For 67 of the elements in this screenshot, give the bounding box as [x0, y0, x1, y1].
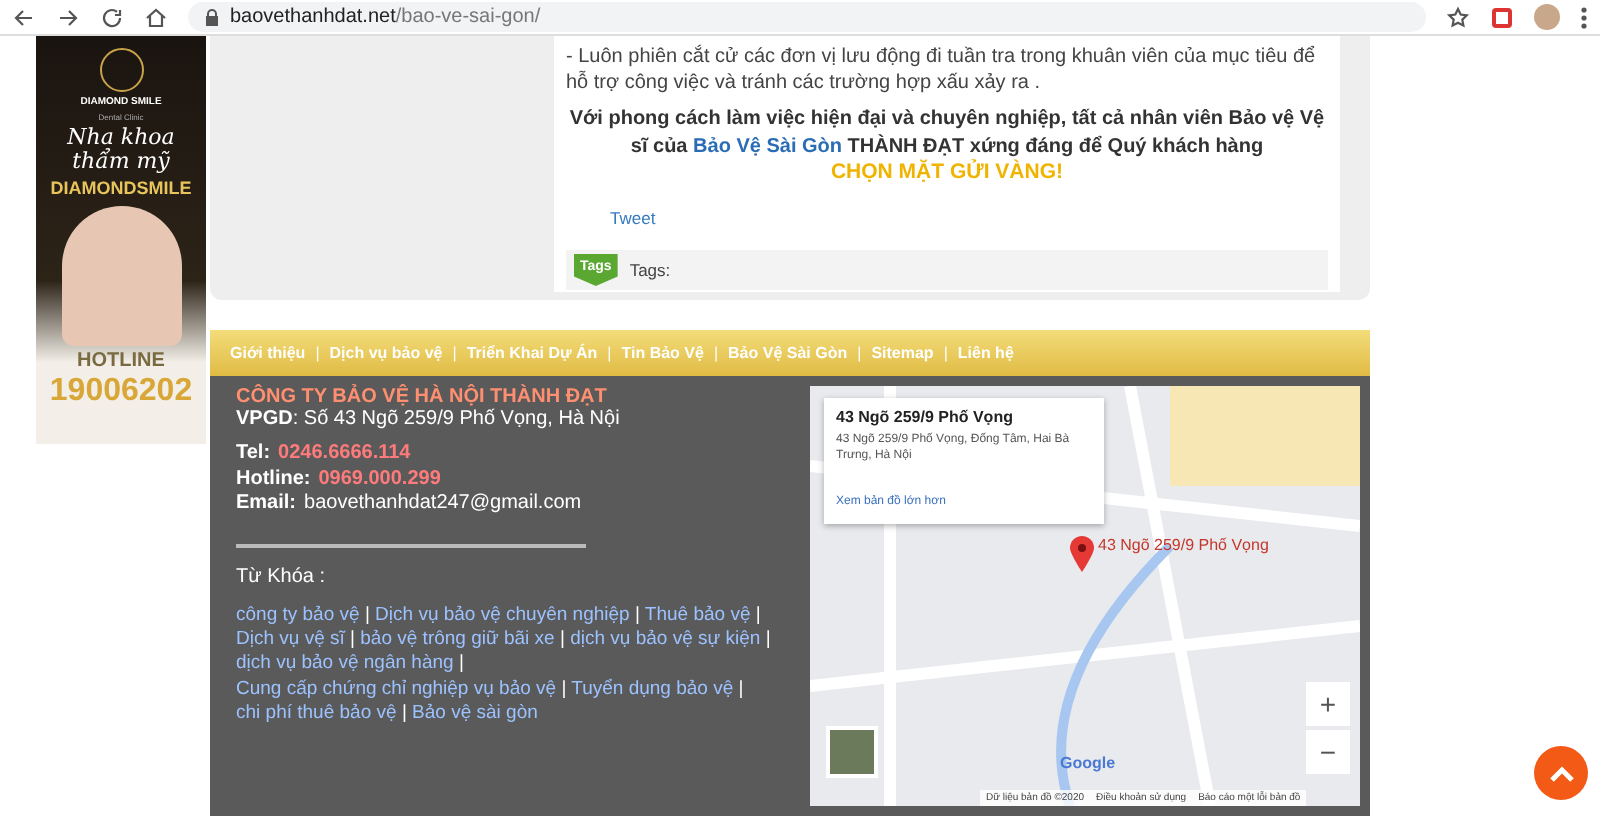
hotline-label: HOTLINE [77, 350, 165, 373]
address-text: VPGD: Số 43 Ngõ 259/9 Phố Vọng, Hà Nội [236, 408, 622, 430]
contact-label: Email: [236, 492, 297, 517]
keyword-link[interactable]: Tuyển dụng bảo vệ [571, 677, 734, 700]
keyword-link[interactable]: bảo vệ trông giữ bãi xe [360, 627, 555, 650]
nav-separator: | [713, 344, 719, 362]
home-icon[interactable] [144, 5, 168, 29]
hotline-number: 19006202 [49, 376, 193, 409]
keyword-separator: | [765, 627, 771, 650]
lock-icon [204, 8, 220, 26]
zoom-in-button[interactable]: + [1306, 682, 1350, 726]
chevron-up-icon [1549, 765, 1573, 781]
ad-brand-name: DIAMONDSMILE [50, 178, 192, 199]
reload-icon[interactable] [100, 5, 124, 29]
phone-number: 0246.6666.114 [278, 442, 411, 467]
photo-placeholder [61, 206, 181, 347]
article-paragraph: - Luôn phiên cắt cử các đơn vị lưu động đi tuần tra trong khuân viên của mục tiêu để hỗ trợ công việc và tránh các trường hợp xấu xảy ra . [566, 44, 1318, 96]
keyword-separator: | [738, 677, 744, 700]
ad-slogan: Nha khoa thẩm mỹ [65, 126, 177, 175]
star-icon[interactable] [1446, 5, 1470, 29]
keyword-separator: | [559, 627, 565, 650]
contact-label: Hotline: [236, 467, 311, 492]
company-name: CÔNG TY BẢO VỆ HÀ NỘI THÀNH ĐẠT [236, 386, 609, 408]
keyword-link[interactable]: dịch vụ bảo vệ ngân hàng [236, 652, 454, 675]
keyword-link[interactable]: Cung cấp chứng chỉ nghiệp vụ bảo vệ [236, 677, 557, 700]
keyword-separator: | [401, 701, 407, 724]
info-title: 43 Ngõ 259/9 Phố Vọng [836, 408, 1015, 426]
closing-paragraph: Với phong cách làm việc hiện đại và chuyên nghiệp, tất cả nhân viên Bảo vệ Vệ sĩ của Bảo Vệ Sài Gòn THÀNH ĐẠT xứng đáng để Quý khách hàng [567, 106, 1327, 159]
nav-separator: | [607, 344, 612, 362]
nav-separator: | [452, 344, 457, 362]
back-arrow-icon[interactable] [12, 5, 36, 29]
logo-icon [99, 48, 143, 92]
tweet-link[interactable]: Tweet [610, 208, 656, 228]
tags-label: Tags: [629, 260, 671, 280]
keyword-separator: | [634, 603, 640, 625]
keyword-link[interactable]: Dịch vụ bảo vệ chuyên nghiệp [375, 603, 630, 625]
keyword-separator: | [350, 627, 355, 650]
nav-separator: | [943, 344, 948, 362]
keyword-link[interactable]: Dịch vụ vệ sĩ [236, 627, 345, 650]
nav-separator: | [315, 344, 320, 362]
keyword-separator: | [561, 677, 567, 700]
article-link[interactable]: Bảo Vệ Sài Gòn [693, 135, 842, 157]
keyword-link[interactable]: Bảo vệ sài gòn [412, 701, 538, 724]
url-text: baovethanhdat.net/bao-ve-sai-gon/ [230, 6, 541, 28]
phone-number: 0969.000.299 [318, 467, 441, 492]
highlight-text: CHỌN MẶT GỬI VÀNG! [828, 160, 1066, 184]
keyword-separator: | [755, 603, 761, 625]
keyword-link[interactable]: chi phí thuê bảo vệ [236, 701, 397, 724]
contact-label: Tel: [236, 442, 271, 467]
keyword-separator: | [364, 603, 370, 625]
map-logo: Google [1060, 754, 1116, 772]
extension-icon[interactable] [1490, 5, 1514, 29]
forward-arrow-icon[interactable] [56, 5, 80, 29]
keyword-link[interactable]: dịch vụ bảo vệ sự kiện [570, 627, 761, 650]
keyword-link[interactable]: Thuê bảo vệ [644, 603, 751, 625]
keywords-title: Từ Khóa : [236, 565, 327, 587]
satellite-thumbnail[interactable] [826, 726, 878, 778]
email-address: baovethanhdat247@gmail.com [304, 492, 582, 517]
address-bar[interactable]: baovethanhdat.net/bao-ve-sai-gon/ [188, 2, 1426, 32]
zoom-out-button[interactable]: − [1306, 730, 1350, 774]
keyword-separator: | [458, 652, 464, 675]
map-pin-icon[interactable] [1070, 536, 1094, 572]
nav-separator: | [857, 344, 862, 362]
keyword-link[interactable]: công ty bảo vệ [236, 603, 360, 625]
menu-icon[interactable] [1580, 5, 1588, 29]
scroll-to-top-button[interactable] [1534, 746, 1588, 800]
marker-label: 43 Ngõ 259/9 Phố Vọng [1098, 536, 1269, 554]
